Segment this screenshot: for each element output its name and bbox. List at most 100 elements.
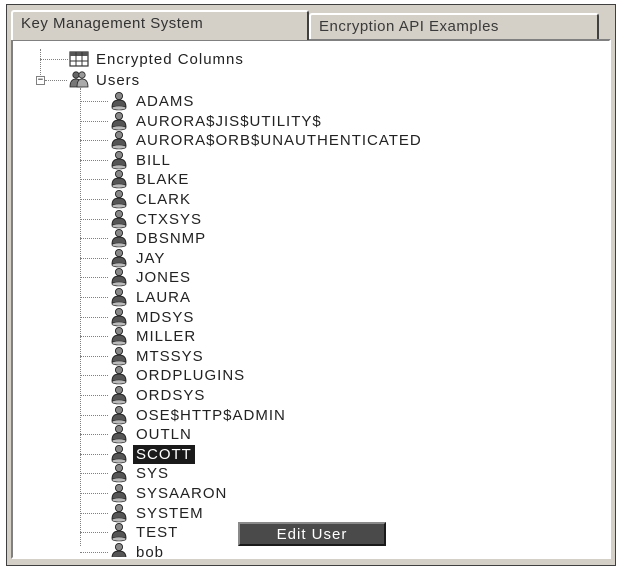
user-icon: [109, 228, 129, 248]
tab-key-management-system[interactable]: Key Management System: [11, 10, 309, 40]
user-icon: [109, 346, 129, 366]
tree-item-label: MDSYS: [136, 309, 195, 326]
tree-item-user[interactable]: LAURA: [133, 287, 194, 308]
user-icon: [109, 365, 129, 385]
tree-item-label: MTSSYS: [136, 348, 204, 365]
user-icon: [109, 209, 129, 229]
tree-item-user[interactable]: DBSNMP: [133, 228, 209, 249]
table-grid-icon: [69, 49, 89, 69]
tree-item-label: OUTLN: [136, 426, 192, 443]
collapse-toggle-icon[interactable]: −: [36, 76, 45, 85]
tree-connector: [80, 395, 108, 396]
user-icon: [109, 91, 129, 111]
tree-item-user[interactable]: ADAMS: [133, 91, 197, 112]
tree-item-user[interactable]: MTSSYS: [133, 346, 207, 367]
tree-connector: [80, 219, 108, 220]
user-icon: [109, 248, 129, 268]
tree-item-user[interactable]: CTXSYS: [133, 209, 205, 230]
tree-connector: [80, 356, 108, 357]
tree-item-user[interactable]: MILLER: [133, 326, 199, 347]
tree-item-user[interactable]: bob: [133, 542, 167, 557]
tree-item-user[interactable]: JAY: [133, 248, 168, 269]
tree-item-user[interactable]: BLAKE: [133, 169, 192, 190]
tree-item-label: LAURA: [136, 289, 192, 306]
tree-item-user[interactable]: MDSYS: [133, 307, 197, 328]
users-group-icon: [69, 69, 89, 89]
context-menu-edit-user[interactable]: Edit User: [238, 522, 386, 546]
tree-item-user[interactable]: SCOTT: [133, 444, 195, 465]
tree-item-label: SYSTEM: [136, 505, 204, 522]
tree-item-user[interactable]: OSE$HTTP$ADMIN: [133, 405, 289, 426]
tree-item-user[interactable]: ORDPLUGINS: [133, 365, 248, 386]
tree-item-user[interactable]: AURORA$JIS$UTILITY$: [133, 111, 325, 132]
tree-connector: [80, 473, 108, 474]
tree-item-user[interactable]: TEST: [133, 522, 181, 543]
tree-connector: [80, 297, 108, 298]
tree-connector: [80, 277, 108, 278]
tree-connector: [45, 80, 67, 81]
tree-connector: [80, 121, 108, 122]
tree-item-user[interactable]: OUTLN: [133, 424, 195, 445]
tree-item-label: Encrypted Columns: [96, 51, 244, 68]
tree-item-label: CLARK: [136, 191, 192, 208]
tree-item-user[interactable]: ORDSYS: [133, 385, 208, 406]
tree-item-user[interactable]: SYSAARON: [133, 483, 230, 504]
tree-connector: [40, 59, 68, 60]
tree-connector: [80, 160, 108, 161]
user-icon: [109, 111, 129, 131]
user-icon: [109, 424, 129, 444]
tree-item-label: BLAKE: [136, 171, 190, 188]
tree-panel: Encrypted Columns − Users ADAMS AURORA$JI…: [11, 39, 611, 559]
user-icon: [109, 483, 129, 503]
tab-encryption-api-examples[interactable]: Encryption API Examples: [309, 13, 599, 39]
tree-connector: [80, 513, 108, 514]
tree-item-label: CTXSYS: [136, 211, 203, 228]
tree-item-label: Users: [96, 72, 141, 89]
tree-item-label: DBSNMP: [136, 230, 207, 247]
tree-item-label: JAY: [136, 250, 166, 267]
tree-item-label: TEST: [136, 524, 179, 541]
tree-item-label: SCOTT: [133, 445, 195, 464]
user-icon: [109, 444, 129, 464]
tree-item-label: ADAMS: [136, 93, 195, 110]
user-icon: [109, 463, 129, 483]
user-icon: [109, 326, 129, 346]
tree-connector: [80, 552, 108, 553]
tree-connector: [80, 532, 108, 533]
tree-item-users[interactable]: Users: [93, 70, 143, 91]
user-icon: [109, 150, 129, 170]
user-icon: [109, 503, 129, 523]
tree-item-user[interactable]: SYS: [133, 463, 172, 484]
tree-connector: [80, 317, 108, 318]
user-icon: [109, 287, 129, 307]
tree-item-user[interactable]: BILL: [133, 150, 174, 171]
tree-item-user[interactable]: AURORA$ORB$UNAUTHENTICATED: [133, 130, 425, 151]
tree-connector: [80, 101, 108, 102]
users-tree: Encrypted Columns − Users ADAMS AURORA$JI…: [13, 41, 609, 557]
tree-item-label: MILLER: [136, 328, 197, 345]
user-icon: [109, 542, 129, 557]
tree-item-label: OSE$HTTP$ADMIN: [136, 407, 286, 424]
tree-connector: [80, 454, 108, 455]
tree-connector: [80, 238, 108, 239]
tree-item-encrypted-columns[interactable]: Encrypted Columns: [93, 49, 247, 70]
tree-item-user[interactable]: SYSTEM: [133, 503, 207, 524]
user-icon: [109, 169, 129, 189]
tree-item-label: ORDPLUGINS: [136, 367, 246, 384]
tree-item-user[interactable]: CLARK: [133, 189, 194, 210]
user-icon: [109, 189, 129, 209]
tree-item-label: AURORA$JIS$UTILITY$: [136, 113, 322, 130]
tree-item-label: AURORA$ORB$UNAUTHENTICATED: [136, 132, 422, 149]
user-icon: [109, 267, 129, 287]
context-menu-item-label: Edit User: [276, 525, 348, 543]
tree-item-label: SYS: [136, 465, 170, 482]
tree-item-label: BILL: [136, 152, 171, 169]
tree-item-label: ORDSYS: [136, 387, 206, 404]
tree-connector: [80, 434, 108, 435]
user-icon: [109, 130, 129, 150]
tree-item-label: SYSAARON: [136, 485, 228, 502]
tree-connector: [80, 140, 108, 141]
user-icon: [109, 385, 129, 405]
tree-item-user[interactable]: JONES: [133, 267, 194, 288]
key-management-window: Key Management System Encryption API Exa…: [6, 4, 616, 566]
